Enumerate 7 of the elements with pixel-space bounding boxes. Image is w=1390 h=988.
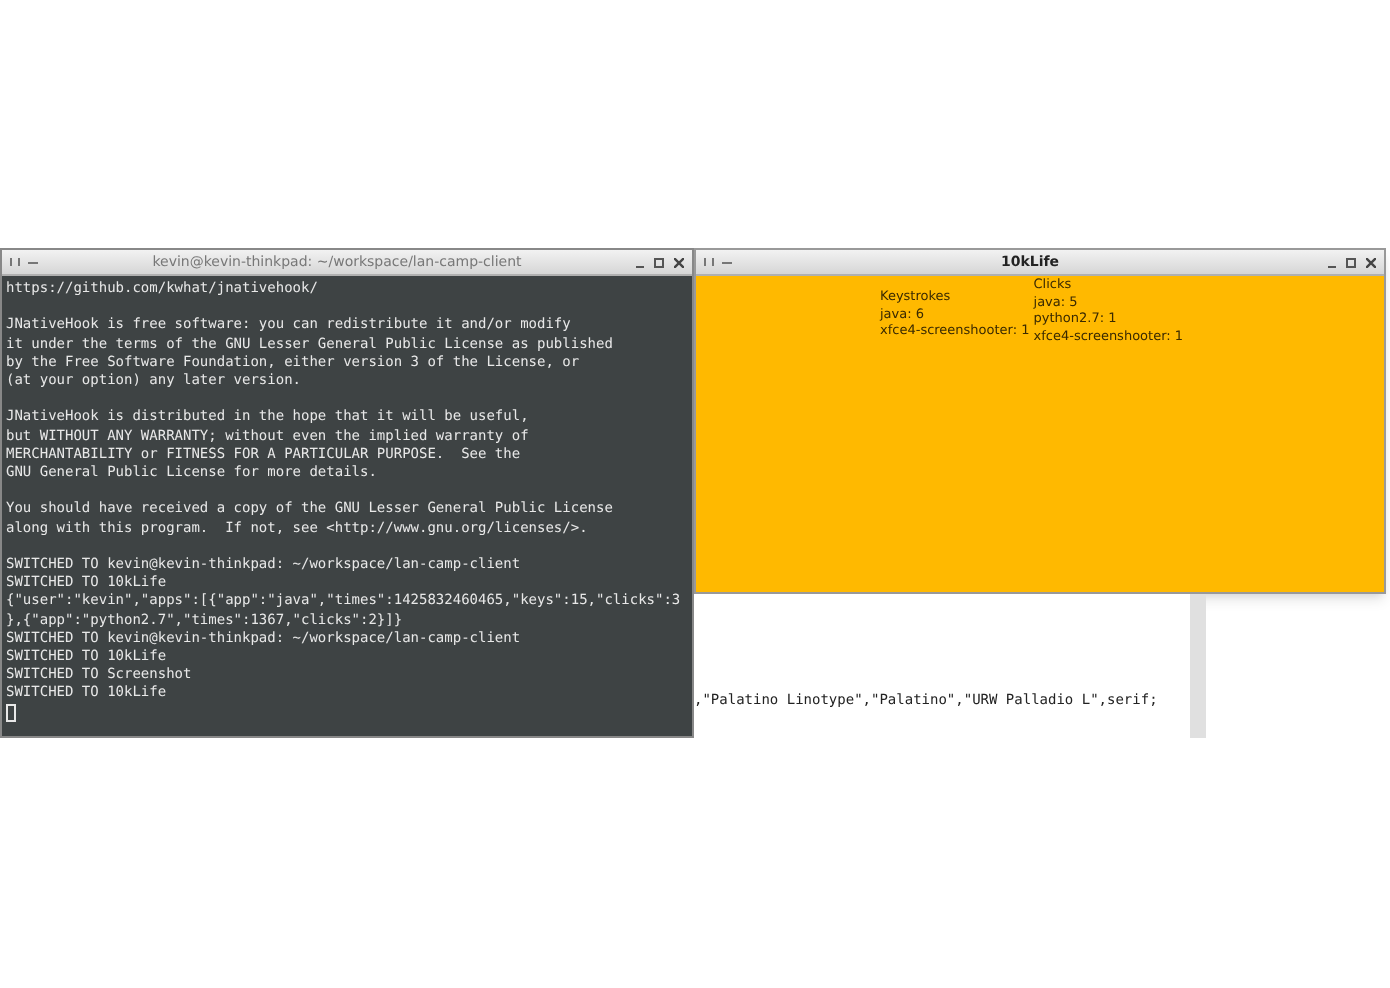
close-icon[interactable]	[674, 257, 684, 267]
minimize-icon[interactable]	[636, 265, 644, 267]
maximize-icon[interactable]	[1346, 257, 1356, 267]
minimize-icon[interactable]	[1328, 265, 1336, 267]
terminal-cursor	[6, 703, 16, 722]
maximize-icon[interactable]	[654, 257, 664, 267]
close-icon[interactable]	[1366, 257, 1376, 267]
